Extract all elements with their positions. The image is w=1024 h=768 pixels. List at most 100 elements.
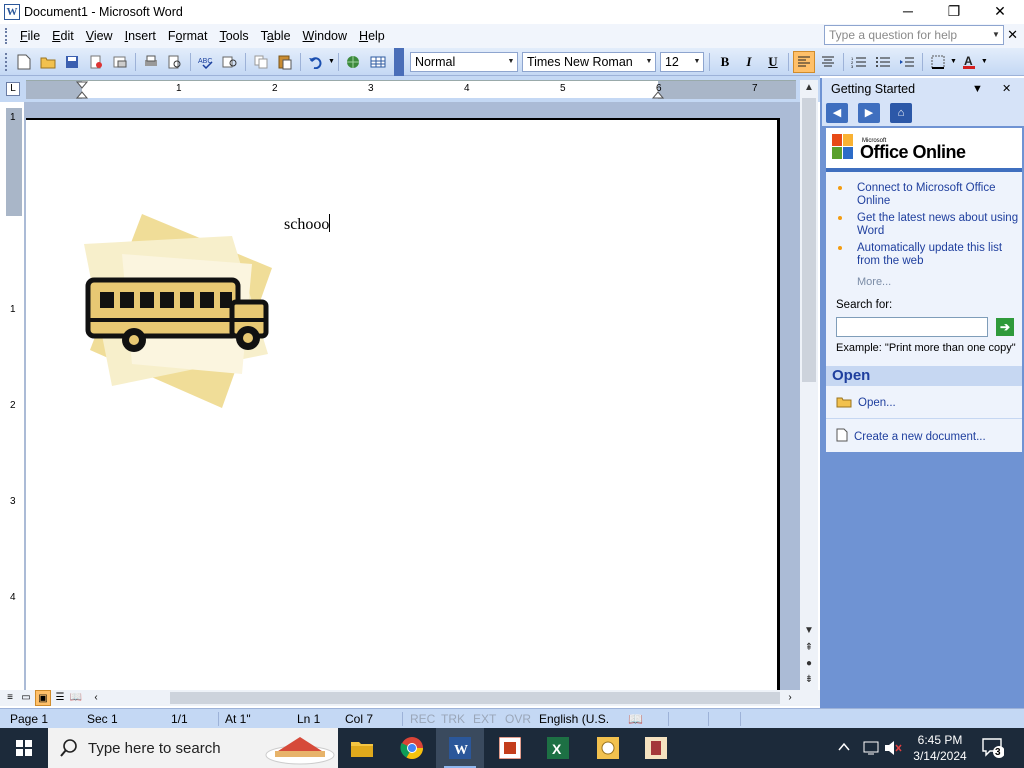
font-size-dropdown-icon[interactable]: ▼ — [691, 53, 703, 71]
menu-table[interactable]: Table — [255, 25, 297, 47]
horizontal-scroll-thumb[interactable] — [170, 692, 780, 704]
font-dropdown-icon[interactable]: ▼ — [643, 53, 655, 71]
underline-button[interactable]: U — [762, 51, 784, 73]
font-select[interactable]: Times New Roman ▼ — [521, 51, 656, 72]
numbering-icon[interactable]: 123 — [848, 51, 870, 73]
show-hidden-icons[interactable] — [838, 728, 850, 768]
forward-icon[interactable]: ▶ — [858, 103, 880, 123]
menu-tools[interactable]: Tools — [213, 25, 254, 47]
vertical-scroll-thumb[interactable] — [802, 98, 816, 382]
new-document-icon[interactable] — [13, 51, 35, 73]
document-page[interactable]: schooo — [26, 118, 780, 690]
search-go-icon[interactable]: ➔ — [996, 318, 1014, 336]
outlook-taskbar-icon[interactable] — [584, 728, 632, 768]
outline-view-icon[interactable]: ☰ — [52, 690, 68, 706]
print-preview-icon[interactable] — [164, 51, 186, 73]
help-dropdown-icon[interactable]: ▼ — [989, 26, 1003, 44]
print-layout-icon[interactable]: ▣ — [35, 690, 51, 706]
open-folder-icon[interactable] — [37, 51, 59, 73]
save-icon[interactable] — [61, 51, 83, 73]
powerpoint-taskbar-icon[interactable] — [486, 728, 534, 768]
task-pane-close-icon[interactable]: ✕ — [1002, 78, 1011, 100]
style-select[interactable]: Normal ▼ — [409, 51, 518, 72]
copy-icon[interactable] — [250, 51, 272, 73]
close-document-button[interactable]: ✕ — [1007, 27, 1018, 43]
research-icon[interactable] — [219, 51, 241, 73]
scroll-left-icon[interactable]: ‹ — [88, 690, 104, 706]
link-latest-news[interactable]: Get the latest news about using Word — [826, 212, 1022, 238]
menu-edit[interactable]: Edit — [46, 25, 80, 47]
status-ext[interactable]: EXT — [473, 709, 496, 729]
print-icon[interactable] — [140, 51, 162, 73]
more-link[interactable]: More... — [857, 276, 891, 288]
school-bus-clipart[interactable] — [82, 214, 278, 408]
link-connect-office-online[interactable]: Connect to Microsoft Office Online — [826, 182, 1022, 208]
bold-button[interactable]: B — [714, 51, 736, 73]
close-button[interactable]: ✕ — [977, 0, 1023, 24]
menu-help[interactable]: Help — [353, 25, 391, 47]
borders-icon[interactable] — [927, 51, 949, 73]
home-icon[interactable]: ⌂ — [890, 103, 912, 123]
chrome-taskbar-icon[interactable] — [388, 728, 436, 768]
minimize-button[interactable]: ─ — [885, 0, 931, 24]
previous-page-icon[interactable]: ⇞ — [800, 642, 818, 653]
menu-file[interactable]: File — [14, 25, 46, 47]
toolbar-grip[interactable] — [5, 52, 9, 71]
scroll-right-icon[interactable]: › — [782, 690, 798, 706]
font-color-dropdown-icon[interactable]: ▼ — [981, 58, 988, 65]
menu-window[interactable]: Window — [297, 25, 353, 47]
paste-icon[interactable] — [274, 51, 296, 73]
scroll-up-icon[interactable]: ▲ — [800, 82, 818, 93]
file-explorer-taskbar-icon[interactable] — [338, 728, 386, 768]
menubar-grip[interactable] — [5, 28, 9, 44]
menu-format[interactable]: Format — [162, 25, 214, 47]
back-icon[interactable]: ◀ — [826, 103, 848, 123]
taskbar-clock[interactable]: 6:45 PM 3/14/2024 — [905, 732, 975, 764]
excel-taskbar-icon[interactable]: X — [534, 728, 582, 768]
open-link[interactable]: Open... — [836, 396, 896, 409]
bullets-icon[interactable] — [872, 51, 894, 73]
spelling-icon[interactable]: ABC — [195, 51, 217, 73]
permission-icon[interactable] — [85, 51, 107, 73]
notification-center-icon[interactable]: 3 — [982, 728, 1005, 768]
indent-marker-icon[interactable] — [76, 81, 88, 99]
word-app-icon[interactable]: W — [4, 4, 20, 20]
start-button[interactable] — [0, 728, 48, 768]
taskbar-search[interactable]: Type here to search — [48, 728, 338, 768]
reading-layout-icon[interactable]: 📖 — [68, 690, 84, 706]
tab-selector[interactable]: L — [6, 82, 20, 96]
access-taskbar-icon[interactable] — [632, 728, 680, 768]
status-rec[interactable]: REC — [410, 709, 435, 729]
document-text[interactable]: schooo — [284, 214, 331, 234]
help-question-input[interactable]: Type a question for help ▼ — [824, 25, 1004, 45]
borders-dropdown-icon[interactable]: ▼ — [950, 58, 957, 65]
toolbar-options-icon[interactable] — [393, 47, 404, 76]
word-taskbar-icon[interactable]: W — [436, 728, 484, 768]
undo-dropdown-icon[interactable]: ▼ — [328, 58, 335, 65]
menu-insert[interactable]: Insert — [119, 25, 162, 47]
hyperlink-icon[interactable] — [343, 51, 365, 73]
vertical-ruler[interactable]: 1 1 2 3 4 — [6, 108, 22, 688]
create-new-document-link[interactable]: Create a new document... — [836, 428, 986, 443]
undo-icon[interactable] — [305, 51, 327, 73]
volume-muted-icon[interactable] — [884, 728, 902, 768]
select-browse-object-icon[interactable]: ● — [800, 658, 818, 669]
next-page-icon[interactable]: ⇟ — [800, 674, 818, 685]
normal-view-icon[interactable]: ≡ — [2, 690, 18, 706]
italic-button[interactable]: I — [738, 51, 760, 73]
web-layout-icon[interactable]: ▭ — [18, 690, 34, 706]
scroll-down-icon[interactable]: ▼ — [800, 625, 818, 636]
maximize-button[interactable]: ❐ — [931, 0, 977, 24]
task-pane-menu-icon[interactable]: ▼ — [972, 78, 983, 100]
email-icon[interactable] — [109, 51, 131, 73]
table-icon[interactable] — [367, 51, 389, 73]
link-auto-update[interactable]: Automatically update this list from the … — [826, 242, 1022, 268]
vertical-scrollbar[interactable]: ▲ ▼ ⇞ ● ⇟ — [800, 80, 818, 692]
horizontal-ruler[interactable]: 1 2 3 4 5 6 7 — [26, 80, 796, 99]
status-language[interactable]: English (U.S. — [539, 709, 609, 729]
indent-icon[interactable] — [896, 51, 918, 73]
font-color-icon[interactable]: A — [958, 51, 980, 73]
font-size-select[interactable]: 12 ▼ — [659, 51, 704, 72]
align-center-button[interactable] — [817, 51, 839, 73]
taskpane-search-input[interactable] — [836, 317, 988, 337]
